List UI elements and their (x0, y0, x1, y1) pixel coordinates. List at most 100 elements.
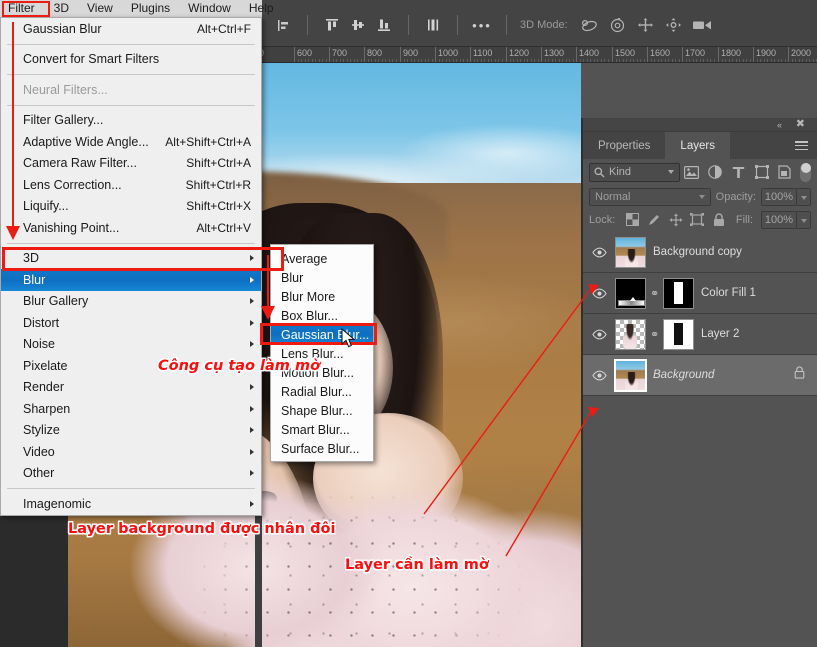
menu-item-3d[interactable]: 3D (1, 248, 261, 270)
menu-item-liquify[interactable]: Liquify...Shift+Ctrl+X (1, 196, 261, 218)
blur-submenu[interactable]: AverageBlurBlur MoreBox Blur...Gaussian … (270, 244, 374, 462)
layer-filter-kind-select[interactable]: Kind (589, 163, 680, 182)
layer-mask-link-icon[interactable]: ⚭ (650, 287, 659, 300)
menu-item-stylize[interactable]: Stylize (1, 420, 261, 442)
layer-visibility-toggle[interactable] (583, 232, 615, 272)
type-layer-filter-icon[interactable] (727, 162, 750, 182)
layer-name[interactable]: Background (653, 369, 794, 381)
menubar-item-3d[interactable]: 3D (45, 0, 78, 17)
lock-transparent-pixels-icon[interactable] (623, 211, 641, 229)
collapse-panel-icon[interactable]: « (777, 120, 782, 130)
submenu-item-box-blur[interactable]: Box Blur... (271, 306, 373, 325)
submenu-item-radial-blur[interactable]: Radial Blur... (271, 382, 373, 401)
menu-item-filter-gallery[interactable]: Filter Gallery... (1, 110, 261, 132)
fill-stepper-chevron[interactable] (797, 211, 811, 229)
lock-all-icon[interactable] (710, 211, 728, 229)
layer-row[interactable]: Background copy (583, 232, 817, 273)
layer-thumbnail[interactable] (615, 319, 646, 350)
layer-thumbnail[interactable] (615, 278, 646, 309)
menubar-item-view[interactable]: View (78, 0, 122, 17)
submenu-item-smart-blur[interactable]: Smart Blur... (271, 420, 373, 439)
submenu-item-shape-blur[interactable]: Shape Blur... (271, 401, 373, 420)
layer-visibility-toggle[interactable] (583, 355, 615, 395)
menu-item-label: Sharpen (23, 402, 251, 416)
slide-3d-object-icon[interactable] (660, 14, 688, 36)
drag-3d-object-icon[interactable] (632, 14, 660, 36)
layer-name[interactable]: Color Fill 1 (701, 287, 817, 299)
layer-mask-link-icon[interactable]: ⚭ (650, 328, 659, 341)
submenu-item-blur[interactable]: Blur (271, 268, 373, 287)
menu-item-blur[interactable]: Blur (1, 269, 261, 291)
close-panel-icon[interactable]: ✖ (796, 119, 805, 130)
menubar-item-filter[interactable]: Filter (0, 0, 45, 17)
layer-thumbnail[interactable] (615, 237, 646, 268)
layer-thumbnails[interactable]: ⚭ (615, 319, 701, 350)
submenu-item-average[interactable]: Average (271, 249, 373, 268)
layer-thumbnails[interactable] (615, 360, 653, 391)
submenu-item-gaussian-blur[interactable]: Gaussian Blur... (271, 325, 373, 344)
menu-item-distort[interactable]: Distort (1, 312, 261, 334)
menu-item-noise[interactable]: Noise (1, 334, 261, 356)
menu-item-imagenomic[interactable]: Imagenomic (1, 493, 261, 515)
lock-image-pixels-icon[interactable] (645, 211, 663, 229)
layer-visibility-toggle[interactable] (583, 314, 615, 354)
menubar-item-plugins[interactable]: Plugins (122, 0, 179, 17)
opacity-stepper-chevron[interactable] (797, 188, 811, 206)
menu-item-gaussian-blur[interactable]: Gaussian BlurAlt+Ctrl+F (1, 18, 261, 40)
smart-object-filter-icon[interactable] (773, 162, 796, 182)
tab-layers[interactable]: Layers (665, 132, 730, 159)
layer-name[interactable]: Background copy (653, 246, 817, 258)
more-options-button[interactable]: ••• (469, 14, 495, 36)
align-bottom-edges-icon[interactable] (371, 14, 397, 36)
shape-layer-filter-icon[interactable] (750, 162, 773, 182)
layer-thumbnails[interactable]: ⚭ (615, 278, 701, 309)
menu-item-video[interactable]: Video (1, 441, 261, 463)
layer-mask-thumbnail[interactable] (663, 278, 694, 309)
filter-dropdown-menu[interactable]: Gaussian BlurAlt+Ctrl+F Convert for Smart… (0, 17, 262, 516)
submenu-item-blur-more[interactable]: Blur More (271, 287, 373, 306)
align-top-edges-icon[interactable] (319, 14, 345, 36)
fill-value[interactable]: 100% (761, 211, 797, 229)
align-vertical-centers-icon[interactable] (345, 14, 371, 36)
layer-thumbnail[interactable] (615, 360, 646, 391)
menu-item-vanishing-point[interactable]: Vanishing Point...Alt+Ctrl+V (1, 217, 261, 239)
roll-3d-object-icon[interactable] (604, 14, 632, 36)
distribute-horizontal-icon[interactable] (420, 14, 446, 36)
rotate-3d-object-icon[interactable] (576, 14, 604, 36)
submenu-item-surface-blur[interactable]: Surface Blur... (271, 439, 373, 458)
menubar-item-window[interactable]: Window (179, 0, 240, 17)
align-left-edges-icon[interactable] (270, 14, 296, 36)
layer-filter-enable-toggle[interactable] (800, 163, 811, 182)
menu-item-blur-gallery[interactable]: Blur Gallery (1, 291, 261, 313)
chevron-down-icon (668, 170, 674, 174)
layer-row[interactable]: ⚭ Layer 2 (583, 314, 817, 355)
panel-menu-icon[interactable] (795, 141, 808, 150)
menubar-item-help[interactable]: Help (240, 0, 283, 17)
menu-item-adaptive-wide-angle[interactable]: Adaptive Wide Angle...Alt+Shift+Ctrl+A (1, 131, 261, 153)
lock-artboard-nesting-icon[interactable] (688, 211, 706, 229)
menu-item-sharpen[interactable]: Sharpen (1, 398, 261, 420)
layer-thumbnails[interactable] (615, 237, 653, 268)
pixel-layer-filter-icon[interactable] (680, 162, 703, 182)
layer-mask-thumbnail[interactable] (663, 319, 694, 350)
tab-properties[interactable]: Properties (583, 132, 665, 159)
menu-item-convert-for-smart-filters[interactable]: Convert for Smart Filters (1, 49, 261, 71)
menu-item-lens-correction[interactable]: Lens Correction...Shift+Ctrl+R (1, 174, 261, 196)
menu-item-camera-raw-filter[interactable]: Camera Raw Filter...Shift+Ctrl+A (1, 153, 261, 175)
ruler-minor-tick (301, 59, 302, 62)
layer-name[interactable]: Layer 2 (701, 328, 817, 340)
adjustment-layer-filter-icon[interactable] (703, 162, 726, 182)
layer-row[interactable]: Background (583, 355, 817, 396)
scale-3d-object-icon[interactable] (688, 14, 716, 36)
horizontal-ruler[interactable]: 6007008009001000110012001300140015001600… (262, 47, 817, 63)
layer-row[interactable]: ⚭ Color Fill 1 (583, 273, 817, 314)
menu-item-other[interactable]: Other (1, 463, 261, 485)
menu-item-render[interactable]: Render (1, 377, 261, 399)
menu-item-neural-filters[interactable]: Neural Filters... (1, 79, 261, 101)
blend-mode-select[interactable]: Normal (589, 188, 711, 206)
lock-position-icon[interactable] (667, 211, 685, 229)
layer-visibility-toggle[interactable] (583, 273, 615, 313)
submenu-arrow-icon (250, 277, 254, 283)
menu-item-label: Stylize (23, 423, 251, 437)
opacity-value[interactable]: 100% (761, 188, 797, 206)
